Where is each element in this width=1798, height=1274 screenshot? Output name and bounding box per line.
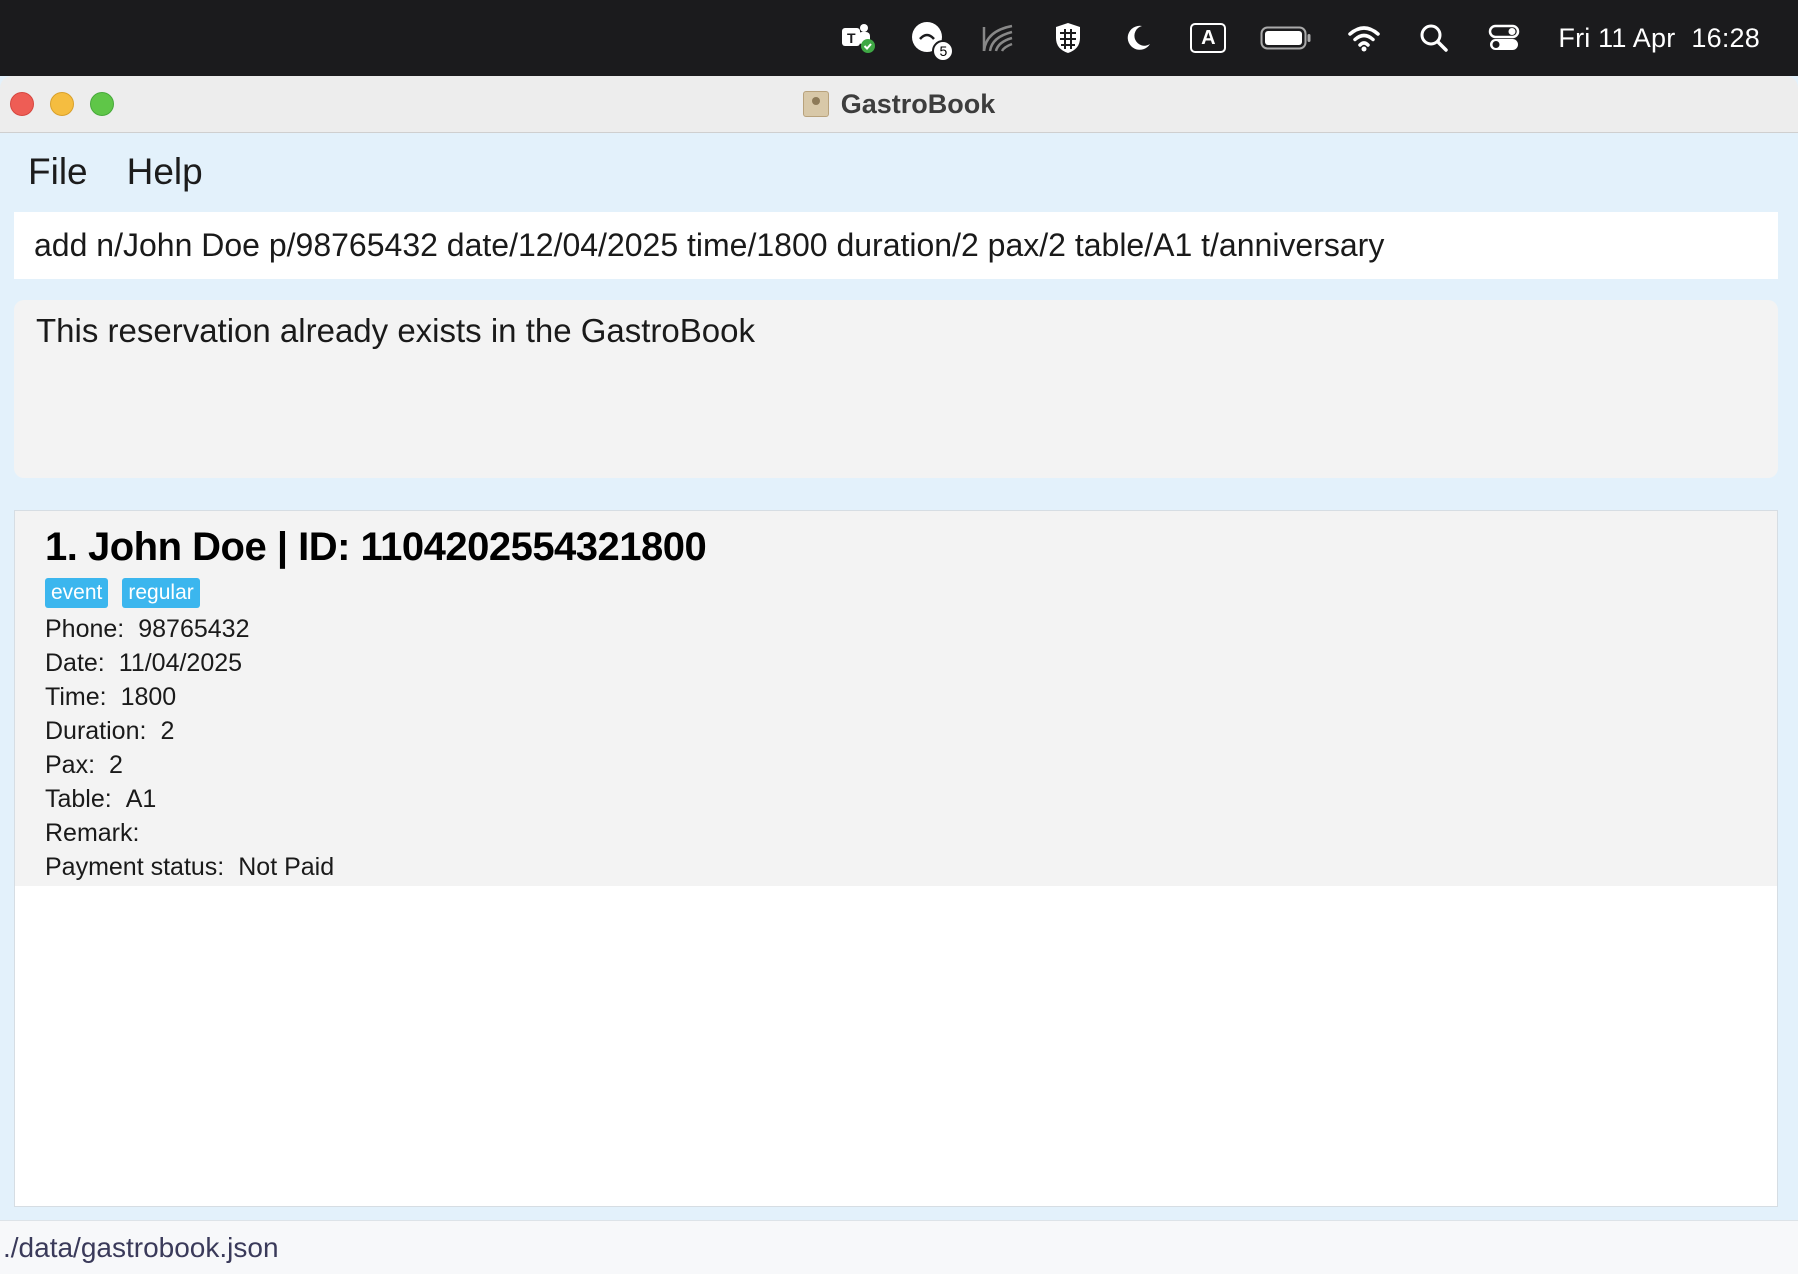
payment-label: Payment status: (45, 853, 225, 881)
time-field: Time: 1800 (45, 680, 1747, 714)
menu-help[interactable]: Help (127, 151, 203, 193)
reservation-card[interactable]: 1. John Doe | ID: 1104202554321800 event… (15, 511, 1777, 886)
battery-icon[interactable] (1260, 20, 1312, 56)
window-controls (10, 92, 130, 116)
time-label: Time: (45, 683, 107, 711)
teams-icon[interactable]: T (840, 20, 876, 56)
phone-field: Phone: 98765432 (45, 612, 1747, 646)
app-menu-bar: File Help (0, 133, 1798, 211)
maximize-window-button[interactable] (90, 92, 114, 116)
reservation-title: 1. John Doe | ID: 1104202554321800 (45, 525, 707, 569)
tag-badge: regular (122, 578, 200, 608)
duration-label: Duration: (45, 717, 147, 745)
app-window: GastroBook File Help add n/John Doe p/98… (0, 76, 1798, 1274)
command-input[interactable]: add n/John Doe p/98765432 date/12/04/202… (14, 212, 1778, 279)
window-title: GastroBook (802, 88, 996, 120)
tag-badge: event (45, 578, 109, 608)
menubar-date: Fri 11 Apr (1558, 22, 1676, 53)
system-menu-bar: T 5 A Fri 11 Apr 16:28 (0, 0, 1798, 76)
pax-label: Pax: (45, 751, 96, 779)
remark-label: Remark: (45, 819, 140, 847)
table-label: Table: (45, 785, 112, 813)
date-value: 11/04/2025 (118, 649, 243, 677)
minimize-window-button[interactable] (50, 92, 74, 116)
phone-value: 98765432 (138, 615, 250, 643)
status-bar: ./data/gastrobook.json (0, 1220, 1798, 1274)
result-display: This reservation already exists in the G… (14, 300, 1778, 478)
data-file-path: ./data/gastrobook.json (3, 1231, 279, 1263)
pax-value: 2 (109, 751, 123, 779)
menubar-time: 16:28 (1691, 22, 1760, 53)
duration-value: 2 (160, 717, 175, 745)
table-field: Table: A1 (45, 782, 1747, 816)
moon-icon[interactable] (1120, 20, 1156, 56)
window-title-text: GastroBook (840, 88, 996, 119)
search-icon[interactable] (1416, 20, 1452, 56)
notification-count: 5 (932, 40, 955, 62)
table-value: A1 (125, 785, 157, 813)
control-center-icon[interactable] (1486, 20, 1522, 56)
pax-field: Pax: 2 (45, 748, 1747, 782)
notification-badge-icon[interactable]: 5 (910, 20, 955, 62)
menu-file[interactable]: File (28, 151, 88, 193)
date-label: Date: (45, 649, 105, 677)
reservation-tags: event regular (45, 578, 1747, 608)
wave-icon[interactable] (980, 20, 1016, 56)
duration-field: Duration: 2 (45, 714, 1747, 748)
payment-field: Payment status: Not Paid (45, 850, 1747, 884)
remark-field: Remark: (45, 816, 1747, 850)
time-value: 1800 (120, 683, 177, 711)
payment-value: Not Paid (238, 853, 335, 881)
close-window-button[interactable] (10, 92, 34, 116)
window-titlebar[interactable]: GastroBook (0, 76, 1798, 133)
reservation-list[interactable]: 1. John Doe | ID: 1104202554321800 event… (14, 510, 1778, 1207)
app-icon (802, 91, 829, 117)
date-field: Date: 11/04/2025 (45, 646, 1747, 680)
phone-label: Phone: (45, 615, 125, 643)
shield-icon[interactable] (1050, 20, 1086, 56)
svg-text:T: T (847, 30, 856, 46)
result-message: This reservation already exists in the G… (36, 312, 755, 349)
input-source-icon[interactable]: A (1190, 20, 1227, 56)
wifi-icon[interactable] (1346, 20, 1382, 56)
menubar-clock[interactable]: Fri 11 Apr 16:28 (1558, 23, 1760, 54)
